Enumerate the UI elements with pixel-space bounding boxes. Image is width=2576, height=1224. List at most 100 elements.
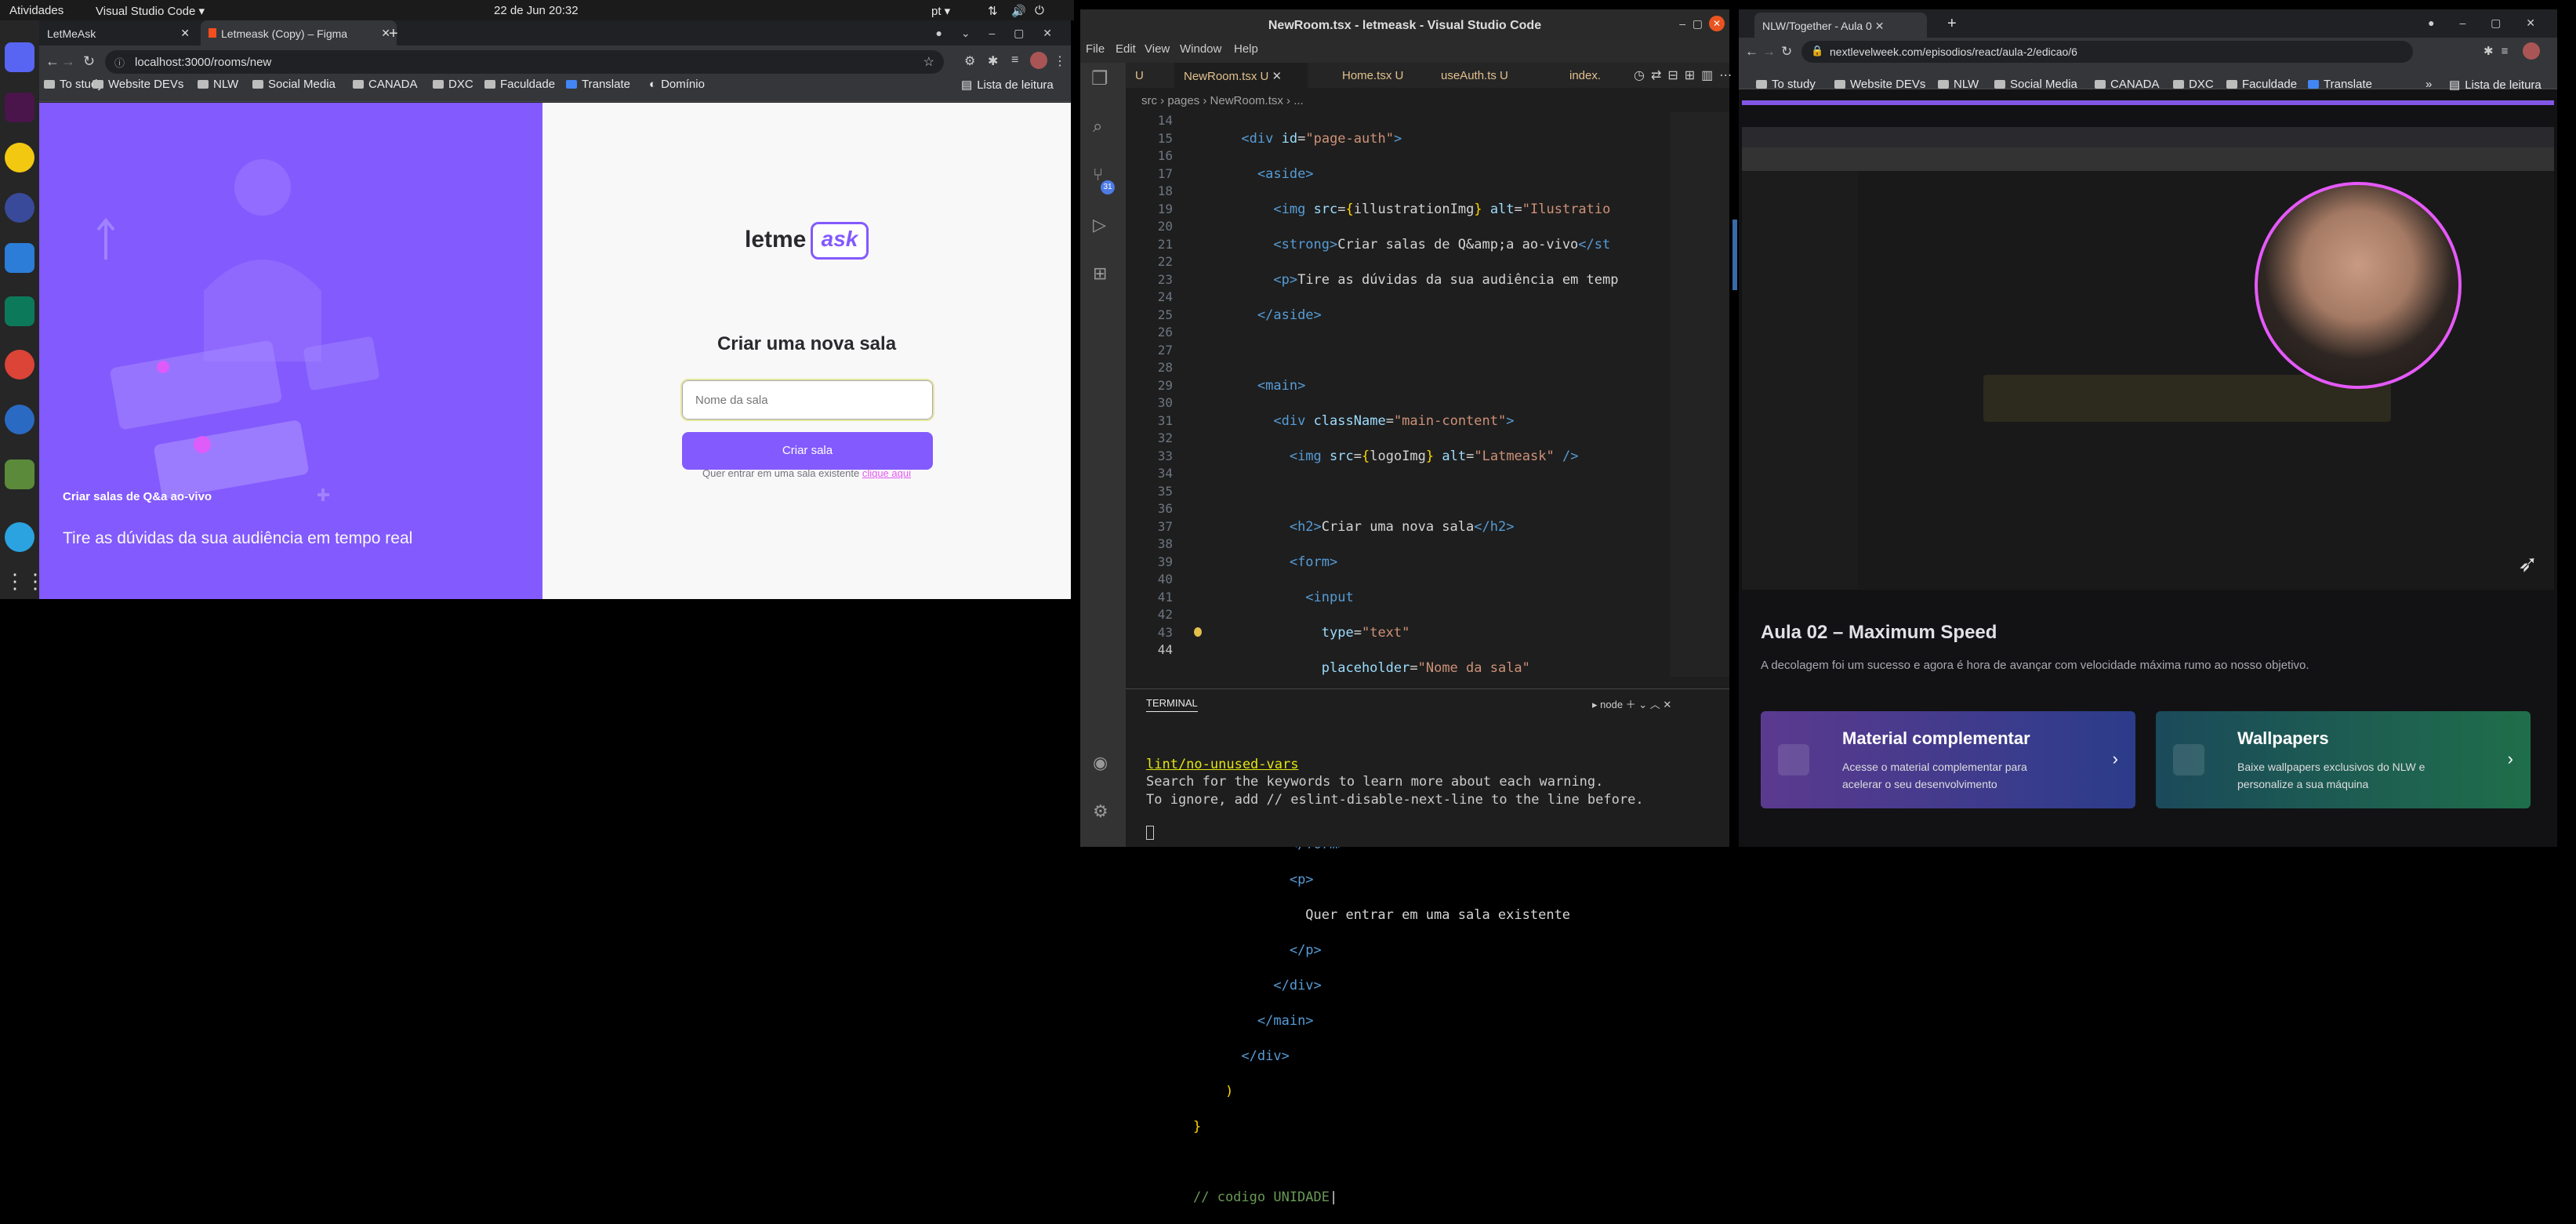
code-editor[interactable]: <div id="page-auth"> <aside> <img src={i… <box>1193 112 1618 1224</box>
tab-useauth[interactable]: useAuth.ts U <box>1431 63 1541 88</box>
breadcrumb[interactable]: src › pages › NewRoom.tsx › ... <box>1141 94 1304 107</box>
reading-list[interactable]: ▤ Lista de leitura <box>961 78 1054 92</box>
account-icon[interactable]: ◉ <box>1093 753 1108 773</box>
moon-app-icon[interactable] <box>5 193 34 223</box>
scrollbar[interactable] <box>1732 220 1737 290</box>
new-tab-button[interactable]: + <box>389 25 398 43</box>
window-controls[interactable]: ● – ▢ ✕ <box>2428 16 2546 30</box>
bookmark-dxc[interactable]: DXC <box>2173 78 2214 91</box>
extension-icon[interactable]: ⚙ <box>964 53 975 69</box>
minimize-icon[interactable]: – <box>1679 17 1685 30</box>
explorer-icon[interactable]: ❐ <box>1091 67 1108 90</box>
bookmark-faculdade[interactable]: Faculdade <box>484 78 555 91</box>
settings-gear-icon[interactable]: ⚙ <box>1093 801 1108 822</box>
line-number: 30 <box>1157 395 1173 410</box>
bookmark-nlw[interactable]: NLW <box>198 78 238 91</box>
material-card[interactable]: Material complementar Acesse o material … <box>1761 711 2135 808</box>
bookmark-website-devs[interactable]: Website DEVs <box>1834 78 1925 91</box>
edge-dev-icon[interactable] <box>5 296 34 326</box>
star-icon[interactable]: ☆ <box>923 54 934 70</box>
playlist-icon[interactable]: ≡ <box>1011 53 1018 67</box>
create-room-button[interactable]: Criar sala <box>682 432 933 470</box>
minimap[interactable] <box>1670 112 1729 677</box>
avatar[interactable] <box>2523 42 2540 60</box>
reload-icon[interactable]: ↻ <box>1781 44 1792 60</box>
address-bar[interactable]: ⓘ localhost:3000/rooms/new ☆ <box>105 50 944 74</box>
extension-icons[interactable]: ✱≡ <box>2483 44 2516 58</box>
run-debug-icon[interactable]: ▷ <box>1093 215 1106 235</box>
reload-icon[interactable]: ↻ <box>83 53 95 70</box>
puzzle-icon[interactable]: ✱ <box>988 53 998 69</box>
discord-icon[interactable] <box>5 42 34 72</box>
join-room-link[interactable]: clique aqui <box>862 467 911 479</box>
tab-newroom[interactable]: NewRoom.tsx U ✕ <box>1174 63 1308 88</box>
tab-figma[interactable]: Letmeask (Copy) – Figma ✕ <box>201 20 397 45</box>
close-icon[interactable]: ✕ <box>180 27 190 40</box>
kebab-menu-icon[interactable]: ⋮ <box>1054 53 1066 69</box>
line-number: 39 <box>1157 554 1173 569</box>
bookmark-canada[interactable]: CANADA <box>353 78 418 91</box>
tab-partial[interactable]: U <box>1126 63 1173 88</box>
line-number: 16 <box>1157 148 1173 163</box>
back-icon[interactable]: ← <box>1745 44 1758 60</box>
menu-window[interactable]: Window <box>1180 42 1221 56</box>
reading-list[interactable]: ▤ Lista de leitura <box>2449 78 2542 92</box>
b-app-icon[interactable] <box>5 143 34 173</box>
vscode-icon[interactable] <box>5 243 34 273</box>
bookmark-translate[interactable]: Translate <box>566 78 630 91</box>
tab-nlw[interactable]: NLW/Together - Aula 0 ✕ <box>1754 13 1927 38</box>
terminal-output[interactable]: lint/no-unused-vars Search for the keywor… <box>1146 738 1644 808</box>
bookmark-social-media[interactable]: Social Media <box>1994 78 2077 91</box>
tab-letmeask[interactable]: LetMeAsk ✕ <box>39 20 196 45</box>
address-bar[interactable]: 🔒 nextlevelweek.com/episodios/react/aula… <box>1801 41 2413 63</box>
wallpapers-card[interactable]: Wallpapers Baixe wallpapers exclusivos d… <box>2156 711 2531 808</box>
back-icon[interactable]: ← <box>45 53 60 70</box>
new-tab-button[interactable]: + <box>1947 15 1957 33</box>
apps-grid-icon[interactable]: ⋮⋮ <box>5 569 45 599</box>
more-bookmarks[interactable]: » <box>2425 78 2432 91</box>
editor-actions[interactable]: ◷⇄⊟⊞▥⋯ <box>1634 67 1738 83</box>
bookmark-to-study[interactable]: To study <box>1756 78 1816 91</box>
bookmark-dxc[interactable]: DXC <box>433 78 473 91</box>
bookmark-translate[interactable]: Translate <box>2308 78 2372 91</box>
tab-index[interactable]: index. <box>1560 63 1615 88</box>
clock[interactable]: 22 de Jun 20:32 <box>494 4 579 17</box>
forward-icon[interactable]: → <box>1762 44 1776 60</box>
video-player[interactable]: ➶ <box>1742 127 2554 590</box>
avatar[interactable] <box>1030 52 1047 69</box>
volume-icon[interactable]: 🔊 <box>1011 4 1026 18</box>
search-icon[interactable]: ⌕ <box>1093 116 1102 136</box>
lock-icon[interactable]: 🔒 <box>1811 45 1823 57</box>
network-icon[interactable]: ⇅ <box>988 4 998 18</box>
gear-app-icon[interactable] <box>5 405 34 434</box>
close-icon[interactable]: ✕ <box>1709 16 1725 31</box>
window-controls[interactable]: ● ⌄ – ▢ ✕ <box>936 27 1061 40</box>
info-icon[interactable]: ⓘ <box>114 55 125 70</box>
power-icon[interactable]: ⏻ <box>1035 4 1044 17</box>
bookmark-dominio[interactable]: ◐ Domínio <box>649 78 705 91</box>
room-name-input[interactable] <box>680 379 934 421</box>
chrome-icon[interactable] <box>5 350 34 380</box>
bookmark-canada[interactable]: CANADA <box>2095 78 2160 91</box>
tab-home[interactable]: Home.tsx U <box>1333 63 1427 88</box>
bookmark-website-devs[interactable]: Website DEVs <box>93 78 183 91</box>
menu-edit[interactable]: Edit <box>1116 42 1136 56</box>
bookmark-social-media[interactable]: Social Media <box>252 78 336 91</box>
language-indicator[interactable]: pt ▾ <box>931 4 950 18</box>
app-icon[interactable] <box>5 459 34 489</box>
lesson-description: A decolagem foi um sucesso e agora é hor… <box>1761 659 2309 672</box>
bookmark-nlw[interactable]: NLW <box>1938 78 1979 91</box>
extensions-icon[interactable]: ⊞ <box>1093 263 1107 284</box>
terminal-tab[interactable]: TERMINAL <box>1146 697 1198 712</box>
menu-file[interactable]: File <box>1086 42 1105 56</box>
activities-button[interactable]: Atividades <box>9 4 63 17</box>
menu-view[interactable]: View <box>1145 42 1170 56</box>
menu-help[interactable]: Help <box>1234 42 1258 56</box>
app-menu[interactable]: Visual Studio Code ▾ <box>96 4 205 18</box>
forward-icon[interactable]: → <box>61 53 75 70</box>
telegram-icon[interactable] <box>5 522 34 552</box>
slack-icon[interactable] <box>5 93 34 122</box>
bookmark-faculdade[interactable]: Faculdade <box>2226 78 2297 91</box>
terminal-selector[interactable]: ▸ node ＋ ⌄ ︿ ✕ <box>1592 696 1671 711</box>
maximize-icon[interactable]: ▢ <box>1693 17 1703 31</box>
